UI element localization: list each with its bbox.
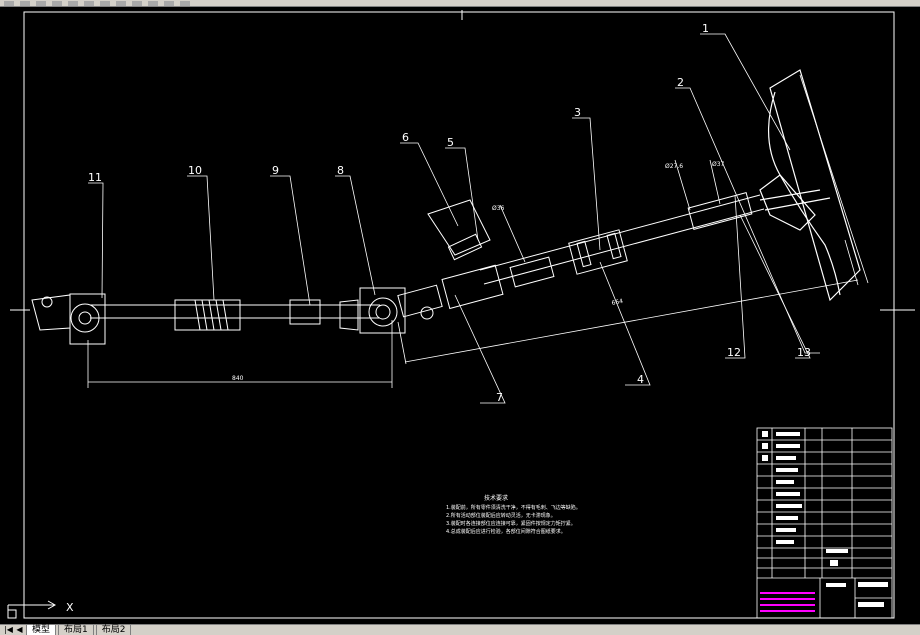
drawing-canvas[interactable]: 1 2 3 4 5 6 7 8 9 10 11 12 13 840 664 Ø3… [0, 8, 920, 625]
toolbar [0, 0, 920, 7]
tab-model[interactable]: 模型 [26, 624, 57, 635]
part-label-6: 6 [402, 131, 409, 144]
print-icon[interactable] [52, 0, 62, 6]
part-label-12: 12 [727, 346, 741, 359]
save-icon[interactable] [36, 0, 46, 6]
zoom-icon[interactable] [164, 0, 174, 6]
part-label-2: 2 [677, 76, 684, 89]
tech-req-line-2: 2.所有活动部位装配后应转动灵活，无卡滞现象。 [446, 512, 556, 519]
part-label-7: 7 [496, 391, 503, 404]
part-label-9: 9 [272, 164, 279, 177]
technical-requirements: 技术要求 1.装配前，所有零件须清洗干净，不得有毛刺、飞边等缺陷。 2.所有活动… [446, 494, 581, 535]
dim-diam-37: Ø37 [712, 161, 725, 168]
tech-req-title: 技术要求 [484, 494, 508, 502]
title-block-revision [760, 592, 815, 612]
tab-prev-icon[interactable]: ◀ [15, 625, 24, 635]
part-label-3: 3 [574, 106, 581, 119]
paste-icon[interactable] [100, 0, 110, 6]
parts-list-fill [762, 431, 888, 607]
copy-icon[interactable] [84, 0, 94, 6]
tab-layout-2[interactable]: 布局2 [95, 624, 132, 635]
part-label-4: 4 [637, 373, 644, 386]
part-label-1: 1 [702, 22, 709, 35]
dim-diam-36: Ø36 [492, 205, 505, 212]
ucs-x-label: X [66, 601, 74, 614]
tab-first-icon[interactable]: |◀ [4, 625, 13, 635]
dim-lower-length: 840 [232, 375, 244, 382]
cut-icon[interactable] [68, 0, 78, 6]
undo-icon[interactable] [116, 0, 126, 6]
tab-layout-1[interactable]: 布局1 [58, 624, 94, 635]
tech-req-line-4: 4.总成装配后应进行检验，各部位间隙符合图纸要求。 [446, 528, 566, 535]
lower-steering-shaft [31, 284, 443, 345]
dimension-lines [87, 74, 869, 388]
dim-diam-27-6: Ø27.6 [665, 163, 683, 170]
part-label-10: 10 [188, 164, 202, 177]
tech-req-line-3: 3.装配时各连接部位应连接可靠，紧固件按规定力矩拧紧。 [446, 520, 576, 527]
ucs-icon [7, 600, 57, 619]
part-label-5: 5 [447, 136, 454, 149]
redo-icon[interactable] [132, 0, 142, 6]
layout-tabs: |◀ ◀ 模型 布局1 布局2 [0, 624, 920, 635]
upper-steering-shaft [427, 191, 765, 310]
properties-icon[interactable] [180, 0, 190, 6]
part-label-11: 11 [88, 171, 102, 184]
new-icon[interactable] [4, 0, 14, 6]
tech-req-line-1: 1.装配前，所有零件须清洗干净，不得有毛刺、飞边等缺陷。 [446, 504, 581, 511]
leader-lines [88, 33, 820, 404]
part-label-8: 8 [337, 164, 344, 177]
part-label-13: 13 [797, 346, 811, 359]
open-icon[interactable] [20, 0, 30, 6]
pan-icon[interactable] [148, 0, 158, 6]
dim-upper-length: 664 [611, 298, 624, 307]
